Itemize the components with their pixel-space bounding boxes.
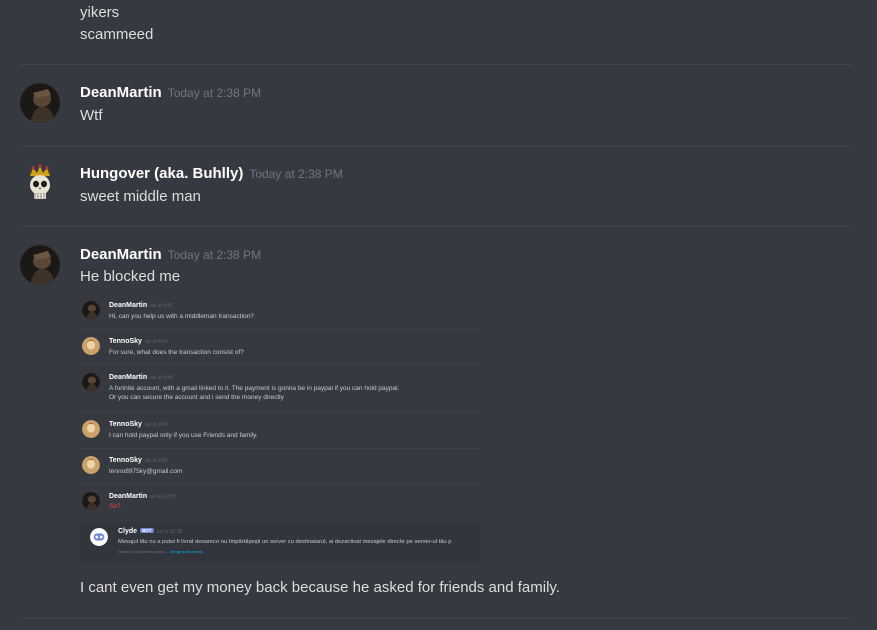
message-text: sweet middle man	[80, 188, 201, 205]
message-text: He blocked me	[80, 268, 181, 285]
avatar	[82, 373, 100, 391]
embedded-timestamp: azi la 8:46	[144, 458, 168, 464]
embedded-text: A fortnite account, with a gmail linked …	[109, 385, 400, 392]
message-timestamp: Today at 2:38 PM	[167, 248, 262, 262]
embedded-author: TennoSky	[109, 457, 142, 464]
embedded-text: Hi, can you help us with a middleman tra…	[109, 313, 254, 320]
message-divider	[20, 64, 852, 65]
author-name[interactable]: DeanMartin	[80, 84, 162, 101]
embedded-author: DeanMartin	[109, 302, 148, 309]
message-divider	[20, 226, 852, 227]
message-text: I cant even get my money back because he…	[80, 579, 560, 596]
avatar	[82, 420, 100, 438]
message-line: yikers	[80, 4, 120, 21]
author-name[interactable]: DeanMartin	[80, 246, 162, 263]
author-name[interactable]: Hungover (aka. Buhlly)	[80, 165, 243, 182]
avatar	[82, 301, 100, 319]
embedded-text: tenno8975ky@gmail.com	[109, 468, 183, 475]
avatar[interactable]	[20, 83, 60, 123]
message-text: Wtf	[80, 107, 103, 124]
clyde-footer-text: Numai tu poți vedea aceste —	[118, 550, 169, 554]
embedded-text: I can hold paypal only if you use Friend…	[109, 432, 258, 439]
embedded-timestamp: azi la 8:43	[144, 339, 168, 345]
embedded-divider	[80, 448, 480, 449]
embedded-timestamp: azi la 10:38	[150, 494, 176, 500]
avatar	[82, 456, 100, 474]
clyde-system-message: Clyde BOT azi la 10:38 Mesajul tău nu a pu…	[80, 522, 480, 562]
embedded-divider	[80, 364, 480, 365]
message-divider	[20, 146, 852, 147]
embedded-text: For sure, what does the transaction cons…	[109, 349, 244, 356]
embedded-author: DeanMartin	[109, 374, 148, 381]
avatar	[82, 337, 100, 355]
image-attachment[interactable]: DeanMartin azi la 8:41 Hi, can you help u…	[80, 296, 480, 566]
embedded-divider	[80, 484, 480, 485]
embedded-text: Or you can secure the account and i send…	[109, 394, 284, 401]
embedded-author: DeanMartin	[109, 493, 148, 500]
clyde-author: Clyde	[118, 528, 138, 535]
avatar[interactable]	[20, 245, 60, 285]
message-line: scammeed	[80, 26, 154, 43]
clyde-footer: Numai tu poți vedea aceste — Șterge aces…	[118, 550, 202, 554]
embedded-timestamp: azi la 8:41	[150, 303, 173, 309]
embedded-author: TennoSky	[109, 338, 142, 345]
message-divider	[20, 618, 852, 619]
embedded-author: TennoSky	[109, 421, 142, 428]
embedded-timestamp: azi la 8:44	[150, 375, 173, 381]
embedded-text: Sir?	[109, 503, 121, 510]
message-timestamp: Today at 2:38 PM	[167, 86, 262, 100]
embedded-timestamp: azi la 8:45	[144, 422, 168, 428]
avatar[interactable]	[20, 164, 60, 204]
clyde-avatar	[90, 528, 108, 546]
avatar	[82, 492, 100, 510]
message-timestamp: Today at 2:38 PM	[249, 167, 343, 181]
clyde-timestamp: azi la 10:38	[156, 529, 183, 535]
embedded-divider	[80, 329, 480, 330]
bot-tag: BOT	[140, 528, 154, 533]
embedded-divider	[80, 411, 480, 412]
chat-messages: yikers scammeed DeanMartin Today at 2:38 …	[0, 0, 877, 630]
clyde-text: Mesajul tău nu a putut fi livrat deoarec…	[118, 539, 452, 545]
delete-message-link: Șterge acest mesaj	[169, 550, 203, 554]
